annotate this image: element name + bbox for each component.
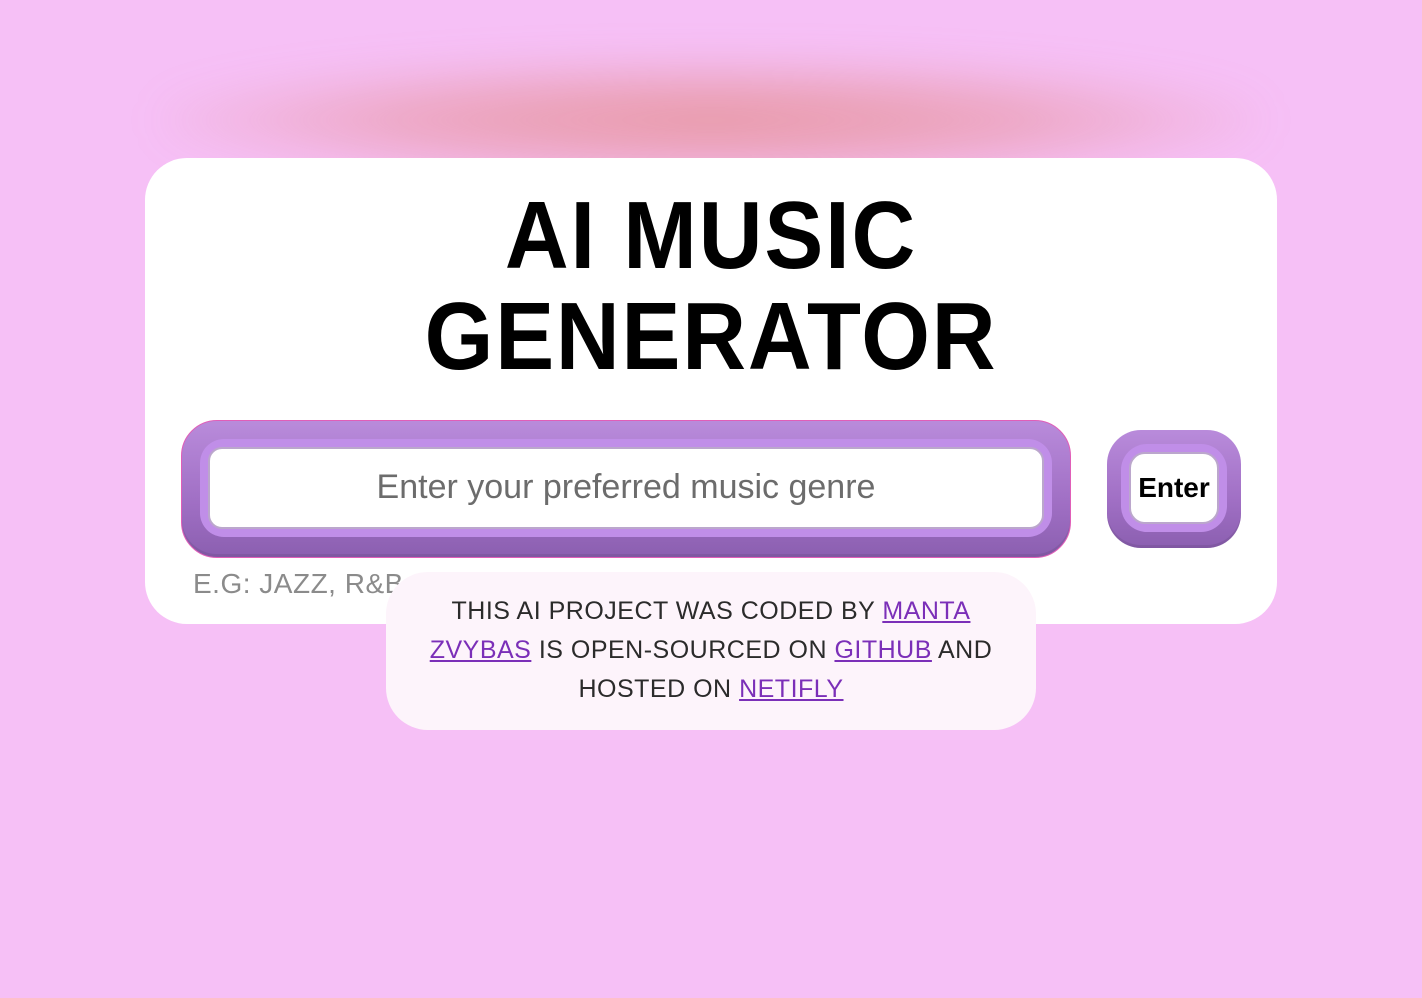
main-card: AI Music Generator Enter e.g: Jazz, R&B,… (145, 158, 1277, 624)
generator-form-row: Enter (181, 420, 1241, 558)
genre-input-frame-inner (200, 439, 1052, 537)
footer-credits: This AI project was coded by Manta Zvyba… (386, 572, 1036, 730)
footer-text-mid1: is open-sourced on (539, 636, 835, 664)
enter-button-frame-inner: Enter (1121, 444, 1227, 532)
enter-button-frame-outer: Enter (1107, 430, 1241, 548)
enter-button[interactable]: Enter (1129, 452, 1219, 524)
genre-input-frame-outer (181, 420, 1071, 558)
genre-input[interactable] (208, 447, 1044, 529)
host-link[interactable]: Netifly (739, 675, 843, 703)
page-title: AI Music Generator (223, 186, 1198, 388)
github-link[interactable]: GitHub (834, 636, 931, 664)
footer-text-prefix: This AI project was coded by (452, 597, 883, 625)
